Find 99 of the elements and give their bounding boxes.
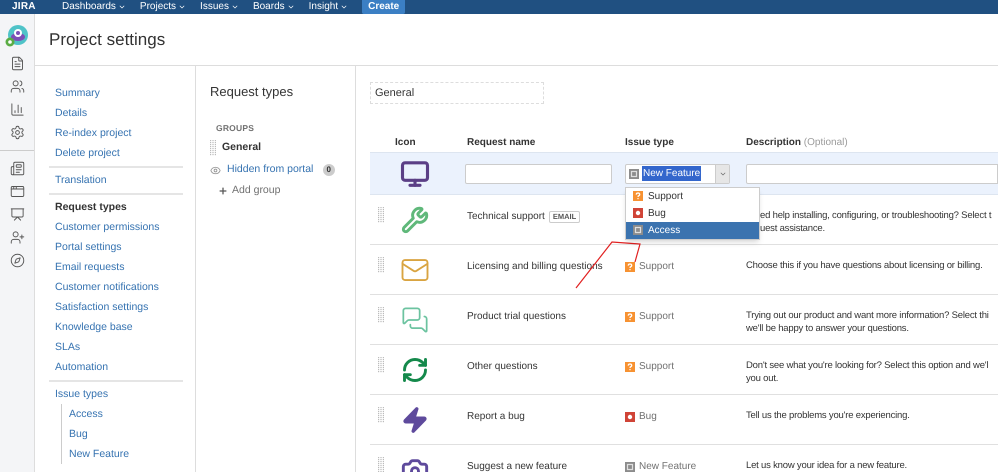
caret-icon (286, 3, 295, 11)
drag-handle-icon[interactable] (378, 307, 384, 323)
column-header: Icon (394, 136, 417, 150)
caret-icon (230, 3, 239, 11)
request-name: Other questions (467, 360, 538, 374)
presentation-icon[interactable] (10, 207, 24, 222)
settings-nav-link[interactable]: Automation (49, 357, 183, 377)
column-header: Issue type (625, 136, 675, 150)
issue-type-label: Support (639, 310, 674, 324)
lightning-bolt-icon (401, 406, 429, 434)
people-icon[interactable] (10, 79, 24, 94)
document-icon[interactable] (10, 56, 24, 71)
group-label: Hidden from portal (227, 162, 314, 178)
settings-nav-link[interactable]: SLAs (49, 337, 183, 357)
groups-label: GROUPS (216, 122, 256, 134)
description-text: Choose this if you have questions about licensing or billing. (746, 259, 983, 272)
settings-nav-link[interactable]: Customer notifications (49, 277, 183, 297)
drag-handle-icon[interactable] (210, 140, 216, 156)
page-title: Project settings (49, 28, 166, 51)
project-avatar-icon[interactable] (5, 24, 29, 48)
drag-handle-icon[interactable] (378, 357, 384, 373)
square-icon (629, 168, 639, 178)
add-group-button[interactable]: Add group (218, 183, 280, 199)
drag-handle-icon[interactable] (378, 257, 384, 273)
settings-nav-link[interactable]: Knowledge base (49, 317, 183, 337)
nav-menu-item[interactable]: Insight (308, 2, 348, 12)
compass-icon[interactable] (10, 253, 24, 268)
drag-handle-icon[interactable] (378, 457, 384, 472)
nav-menu-item[interactable]: Projects (140, 2, 186, 12)
drag-handle-icon[interactable] (378, 407, 384, 423)
column-header: Description (Optional) (746, 136, 849, 150)
settings-nav-link[interactable]: Summary (49, 83, 183, 103)
bug-square-icon (633, 208, 643, 218)
column-header: Request name (466, 136, 536, 150)
settings-nav-link[interactable]: Customer permissions (49, 217, 183, 237)
dropdown-option[interactable]: Support (626, 188, 759, 204)
wrench-icon (401, 206, 429, 234)
settings-nav-link[interactable]: Email requests (49, 257, 183, 277)
description-text: Don't see what you're looking for? Select this option and we'l you out. (746, 359, 988, 385)
issue-type-select[interactable]: New Feature (625, 164, 730, 184)
square-icon (633, 225, 643, 235)
group-item[interactable]: Hidden from portal 0 (210, 161, 355, 180)
user-plus-icon[interactable] (10, 230, 24, 245)
settings-nav-link[interactable]: Translation (49, 170, 183, 190)
description-text: Trying out our product and want more information? Select thi we'll be happy to answer your questions. (746, 309, 989, 335)
request-name: Technical support (467, 210, 545, 224)
question-square-icon (625, 312, 635, 322)
issue-type-label: Support (639, 260, 674, 274)
count-badge: 0 (322, 164, 335, 176)
caret-icon (178, 3, 186, 11)
request-name: Suggest a new feature (467, 460, 568, 472)
description-text: Let us know your idea for a new feature. (746, 459, 907, 472)
window-icon[interactable] (10, 184, 24, 199)
issue-type-label: Bug (639, 410, 657, 424)
square-icon (625, 462, 635, 472)
dropdown-option[interactable]: Access (626, 222, 759, 238)
dropdown-option[interactable]: Bug (626, 204, 759, 222)
panel-title: Request types (210, 83, 294, 101)
monitor-icon (400, 158, 430, 188)
group-label: General (222, 140, 262, 156)
request-name: Product trial questions (467, 310, 566, 324)
question-square-icon (625, 362, 635, 372)
issue-type-label: Support (639, 360, 674, 374)
request-name-field[interactable] (465, 164, 612, 184)
request-name: Report a bug (467, 410, 525, 424)
settings-nav-link[interactable]: Access (68, 404, 183, 424)
jira-logo[interactable]: JIRA (12, 2, 48, 12)
settings-nav-link[interactable]: Delete project (49, 143, 183, 163)
nav-menu-item[interactable]: Dashboards (62, 2, 126, 12)
settings-nav-link[interactable]: Re-index project (49, 123, 183, 143)
settings-nav-link[interactable]: Bug (68, 424, 183, 444)
chat-bubbles-icon (401, 306, 429, 334)
drag-handle-icon[interactable] (378, 207, 384, 223)
nav-menu-item[interactable]: Issues (200, 2, 239, 12)
group-item[interactable]: General (210, 139, 355, 158)
nav-menu-item[interactable]: Boards (252, 2, 295, 12)
settings-nav-link[interactable]: Request types (49, 197, 183, 217)
eye-icon (210, 164, 221, 176)
settings-nav-link[interactable]: New Feature (68, 444, 183, 464)
settings-nav-link[interactable]: Satisfaction settings (49, 297, 183, 317)
settings-nav-link[interactable]: Portal settings (49, 237, 183, 257)
settings-nav-link[interactable]: Issue types (49, 384, 183, 404)
create-button[interactable]: Create (362, 0, 406, 14)
caret-icon (340, 3, 348, 11)
plus-icon (218, 186, 228, 196)
gear-icon[interactable] (10, 125, 24, 140)
bug-square-icon (625, 412, 635, 422)
question-square-icon (625, 262, 635, 272)
group-name-field[interactable]: General (370, 82, 544, 104)
bar-chart-icon[interactable] (10, 102, 24, 117)
description-text: Tell us the problems you're experiencing. (746, 409, 910, 422)
issue-type-label: New Feature (639, 460, 696, 472)
list-document-icon[interactable] (10, 161, 24, 176)
question-square-icon (633, 191, 643, 201)
caret-icon (118, 3, 126, 11)
description-text: ed help installing, configuring, or troubleshooting? Select t uest assistance. (759, 209, 992, 235)
settings-nav-link[interactable]: Details (49, 103, 183, 123)
description-field[interactable] (746, 164, 998, 184)
circular-arrows-icon (401, 356, 429, 384)
